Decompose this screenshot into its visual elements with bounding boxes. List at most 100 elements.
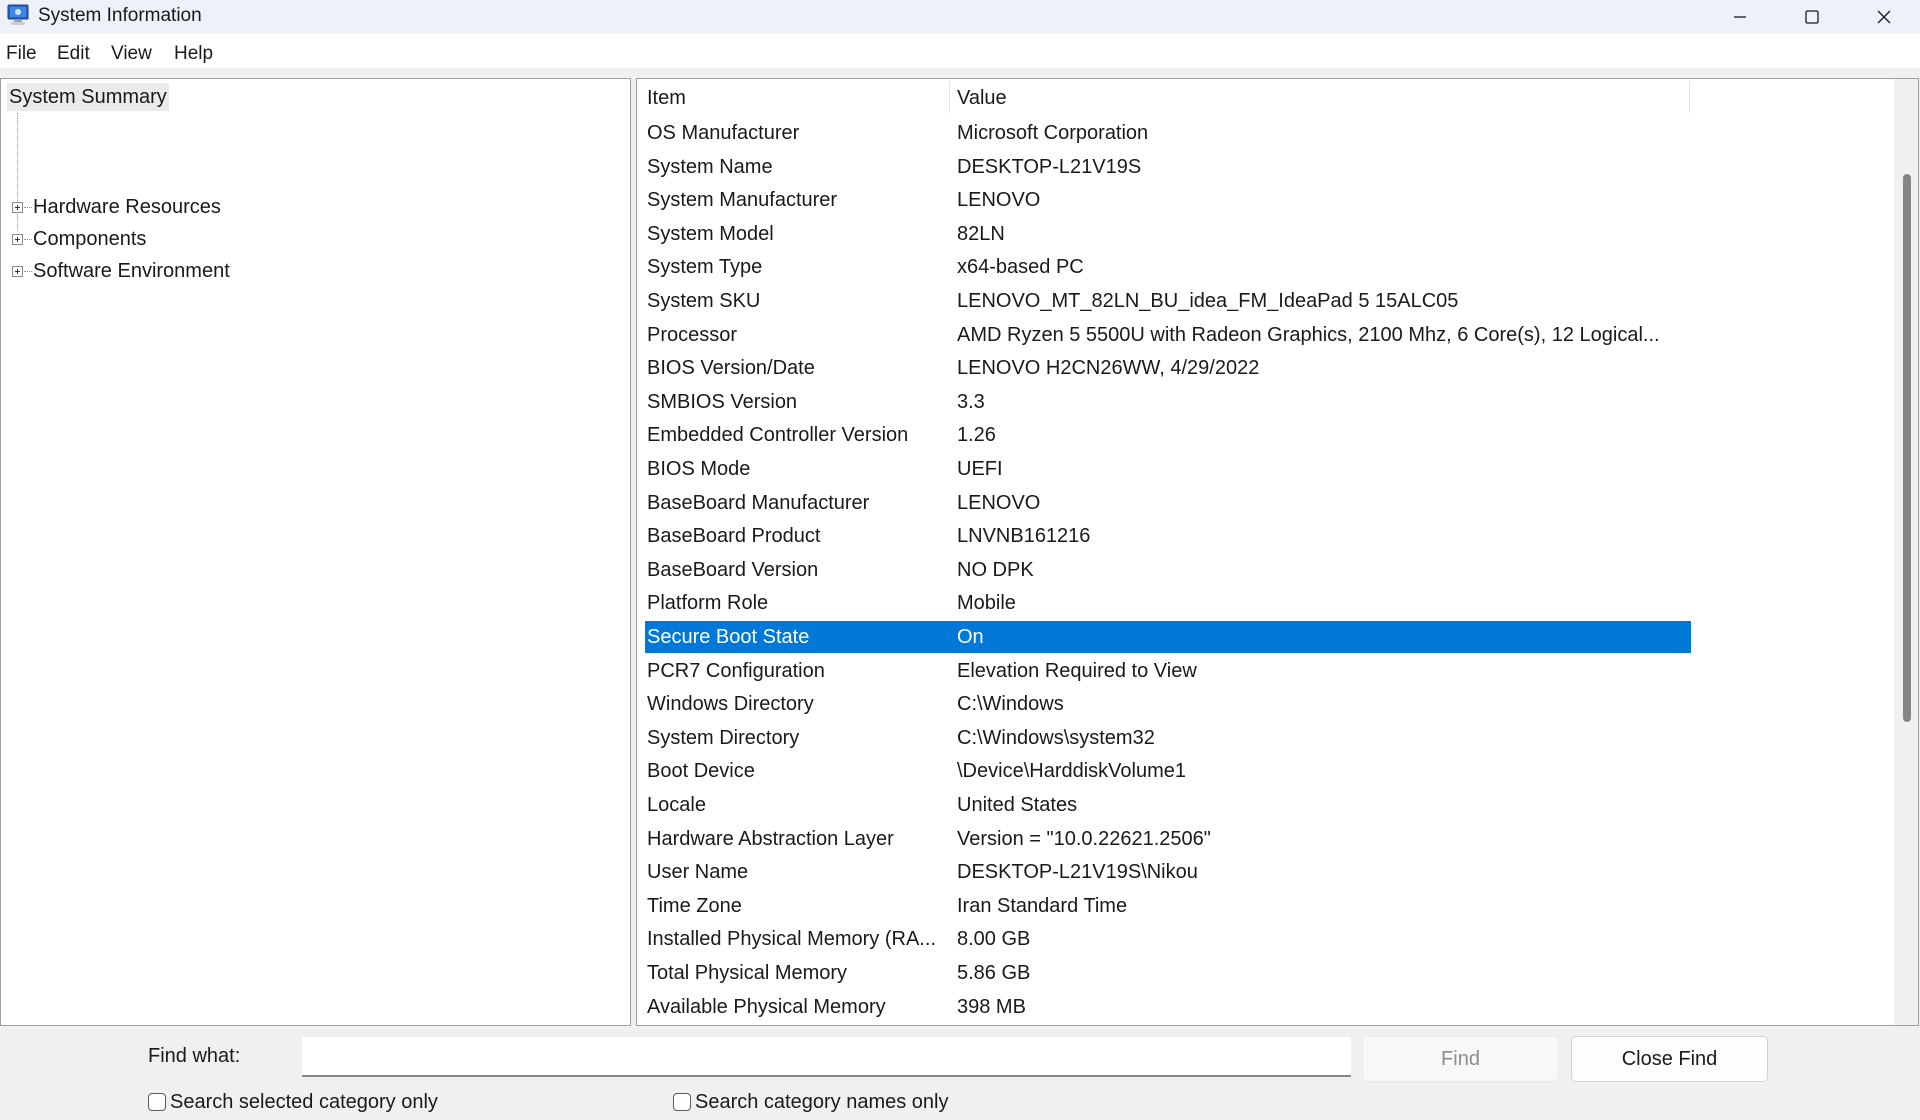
plus-icon[interactable] [12, 234, 23, 245]
row-value: Elevation Required to View [957, 659, 1197, 682]
window-title: System Information [38, 5, 202, 26]
close-find-button[interactable]: Close Find [1571, 1036, 1768, 1082]
find-button[interactable]: Find [1362, 1036, 1559, 1082]
column-header-item[interactable]: Item [647, 86, 686, 110]
list-row[interactable]: Processor AMD Ryzen 5 5500U with Radeon G… [645, 319, 1691, 351]
row-item: Windows Directory [647, 693, 814, 716]
list-row[interactable]: PCR7 Configuration Elevation Required to … [645, 655, 1691, 687]
row-item: Installed Physical Memory (RA... [647, 928, 936, 951]
find-what-input[interactable] [302, 1037, 1351, 1077]
row-item: System Name [647, 155, 773, 178]
row-item: System Model [647, 222, 774, 245]
list-row[interactable]: BaseBoard Manufacturer LENOVO [645, 487, 1691, 519]
menu-help[interactable]: Help [174, 43, 213, 65]
details-list[interactable]: Item Value OS Manufacturer Microsoft Corp… [636, 78, 1919, 1026]
list-row[interactable]: User Name DESKTOP-L21V19S\Nikou [645, 856, 1691, 888]
row-item: Total Physical Memory [647, 962, 848, 984]
list-row[interactable]: OS Manufacturer Microsoft Corporation [645, 117, 1691, 149]
list-row[interactable]: System Model 82LN [645, 218, 1691, 250]
tree-item-software-environment[interactable]: Software Environment [1, 257, 401, 285]
search-selected-category-checkbox[interactable]: Search selected category only [148, 1089, 438, 1115]
tree-item-system-summary[interactable]: System Summary [7, 83, 169, 111]
column-divider[interactable] [949, 81, 950, 113]
row-value: 82LN [957, 222, 1005, 245]
row-item: User Name [647, 861, 749, 884]
row-item: Time Zone [647, 894, 742, 917]
menu-view[interactable]: View [111, 43, 152, 65]
row-item: SMBIOS Version [647, 390, 798, 413]
find-what-label: Find what: [148, 1045, 241, 1067]
plus-icon[interactable] [12, 266, 23, 277]
row-value: LENOVO [957, 491, 1041, 514]
list-row[interactable]: Platform Role Mobile [645, 587, 1691, 619]
row-item: BaseBoard Version [647, 558, 819, 581]
tree-connector [24, 239, 32, 240]
list-row[interactable]: System SKU LENOVO_MT_82LN_BU_idea_FM_Idea… [645, 285, 1691, 317]
row-value: LNVNB161216 [957, 525, 1091, 548]
row-value: x64-based PC [957, 256, 1084, 279]
row-item: Boot Device [647, 760, 755, 783]
row-item: Secure Boot State [647, 626, 810, 648]
list-row[interactable]: System Name DESKTOP-L21V19S [645, 151, 1691, 183]
checkbox-label: Search category names only [695, 1090, 949, 1113]
checkbox-box[interactable] [148, 1093, 166, 1111]
list-row[interactable]: Available Physical Memory 398 MB [645, 991, 1691, 1023]
row-item: System SKU [647, 290, 761, 312]
list-row[interactable]: SMBIOS Version 3.3 [645, 386, 1691, 418]
minimize-button[interactable] [1704, 0, 1776, 34]
close-icon [1876, 9, 1892, 25]
list-row[interactable]: Time Zone Iran Standard Time [645, 890, 1691, 922]
row-item: PCR7 Configuration [647, 659, 825, 682]
tree-item-label: Hardware Resources [33, 196, 221, 218]
row-item: OS Manufacturer [647, 122, 800, 144]
row-value: DESKTOP-L21V19S\Nikou [957, 861, 1198, 884]
row-item: System Manufacturer [647, 189, 838, 212]
column-header-value[interactable]: Value [957, 86, 1007, 110]
list-row[interactable]: Total Physical Memory 5.86 GB [645, 957, 1691, 989]
category-tree[interactable]: System Summary Hardware Resources Compon… [0, 78, 631, 1026]
system-information-icon [6, 4, 30, 26]
maximize-button[interactable] [1776, 0, 1848, 34]
row-item: Processor [647, 323, 738, 346]
row-value: NO DPK [957, 558, 1034, 581]
list-row[interactable]: BIOS Mode UEFI [645, 453, 1691, 485]
list-row[interactable]: BaseBoard Version NO DPK [645, 554, 1691, 586]
row-item: System Directory [647, 726, 800, 749]
menu-edit[interactable]: Edit [57, 43, 90, 65]
plus-icon[interactable] [12, 202, 23, 213]
list-row[interactable]: BaseBoard Product LNVNB161216 [645, 520, 1691, 552]
list-row[interactable]: System Manufacturer LENOVO [645, 184, 1691, 216]
list-row[interactable]: Windows Directory C:\Windows [645, 688, 1691, 720]
close-button[interactable] [1848, 0, 1920, 34]
row-item: BIOS Mode [647, 458, 751, 480]
row-item: System Type [647, 256, 763, 279]
row-value: On [957, 626, 984, 648]
list-row[interactable]: Embedded Controller Version 1.26 [645, 419, 1691, 451]
list-row[interactable]: Hardware Abstraction Layer Version = "10.… [645, 823, 1691, 855]
row-value: LENOVO H2CN26WW, 4/29/2022 [957, 357, 1260, 380]
menu-bar: File Edit View Help [0, 34, 1920, 68]
row-item: Locale [647, 794, 706, 816]
list-row[interactable]: BIOS Version/Date LENOVO H2CN26WW, 4/29/2… [645, 352, 1691, 384]
search-category-names-checkbox[interactable]: Search category names only [673, 1089, 948, 1115]
row-value: 8.00 GB [957, 928, 1031, 951]
vertical-scrollbar[interactable] [1894, 79, 1918, 1025]
tree-item-components[interactable]: Components [1, 225, 401, 253]
row-value: Mobile [957, 592, 1016, 615]
row-item: Hardware Abstraction Layer [647, 827, 894, 850]
list-row[interactable]: Locale United States [645, 789, 1691, 821]
checkbox-box[interactable] [673, 1093, 691, 1111]
column-divider[interactable] [1689, 81, 1690, 113]
list-row[interactable]: System Type x64-based PC [645, 251, 1691, 283]
menu-file[interactable]: File [6, 43, 37, 65]
row-value: C:\Windows [957, 693, 1064, 716]
list-row-selected[interactable]: Secure Boot State On [645, 621, 1691, 653]
list-row[interactable]: Installed Physical Memory (RA... 8.00 GB [645, 923, 1691, 955]
row-value: United States [957, 794, 1078, 816]
list-row[interactable]: Boot Device \Device\HarddiskVolume1 [645, 755, 1691, 787]
tree-item-hardware-resources[interactable]: Hardware Resources [1, 193, 401, 221]
minimize-icon [1732, 9, 1748, 25]
row-value: Version = "10.0.22621.2506" [957, 827, 1211, 850]
list-row[interactable]: System Directory C:\Windows\system32 [645, 722, 1691, 754]
scrollbar-thumb[interactable] [1903, 173, 1911, 723]
